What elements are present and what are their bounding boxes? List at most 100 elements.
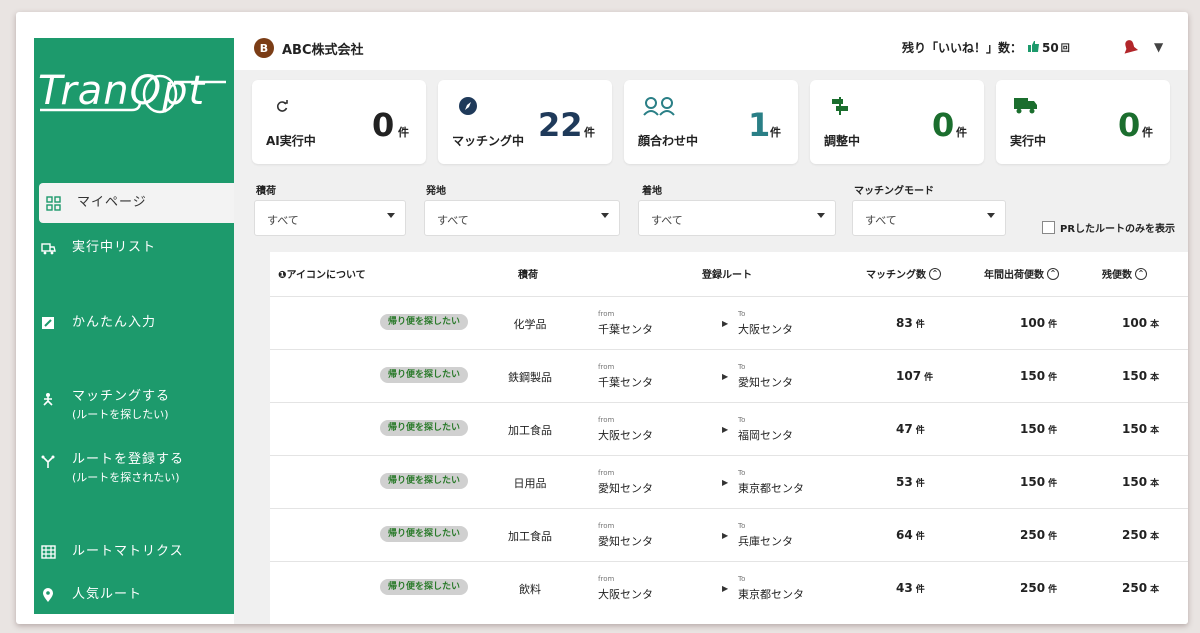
card-unit: 件 <box>1142 126 1153 139</box>
sort-up-icon[interactable]: ⌃ <box>1047 267 1059 280</box>
sidebar-item-label: 実行中リスト <box>72 240 157 255</box>
matching-mode-select[interactable]: すべて <box>852 200 1006 236</box>
annual-cell: 150 件 <box>1020 422 1057 436</box>
annual-value: 100 <box>1020 316 1046 330</box>
main-content: AI実行中 0 件 マッチング中 22 件 顔合わせ中 1 件 調整中 0 件 … <box>234 70 1188 624</box>
pr-only-label: PRしたルートのみを表示 <box>1060 224 1176 235</box>
notification-bell-icon[interactable] <box>1120 38 1140 61</box>
column-header-route: 登録ルート <box>702 270 752 281</box>
people-icon <box>642 96 676 116</box>
annual-unit: 件 <box>1048 532 1058 542</box>
table-row[interactable]: 帰り便を探したい 加工食品 from 愛知センタ ▶ To 兵庫センタ 64 件 250 件 250 本 <box>270 508 1188 558</box>
to-caption: To <box>738 522 746 530</box>
arrow-right-icon: ▶ <box>722 425 729 434</box>
destination-select[interactable]: すべて <box>638 200 836 236</box>
matches-cell[interactable]: 43 件 <box>896 581 925 595</box>
to-caption: To <box>738 575 746 583</box>
select-value: すべて <box>267 214 299 227</box>
table-row[interactable]: 帰り便を探したい 日用品 from 愛知センタ ▶ To 東京都センタ 53 件 150 件 150 本 <box>270 455 1188 505</box>
card-label: AI実行中 <box>266 134 316 148</box>
sidebar-item-popular-routes[interactable]: 人気ルート <box>34 586 234 604</box>
table-row[interactable]: 帰り便を探したい 加工食品 from 大阪センタ ▶ To 福岡センタ 47 件 150 件 150 本 <box>270 402 1188 452</box>
matches-cell[interactable]: 53 件 <box>896 475 925 489</box>
matches-cell[interactable]: 107 件 <box>896 369 933 383</box>
column-header-cargo: 積荷 <box>518 270 538 281</box>
signpost-icon <box>828 96 852 116</box>
arrow-right-icon: ▶ <box>722 372 729 381</box>
annual-value: 250 <box>1020 581 1046 595</box>
status-card-meeting[interactable]: 顔合わせ中 1 件 <box>624 80 798 164</box>
sidebar-item-route-matrix[interactable]: ルートマトリクス <box>34 543 234 561</box>
matches-cell[interactable]: 64 件 <box>896 528 925 542</box>
matches-unit: 件 <box>915 532 925 542</box>
likes-count: 50 <box>1042 40 1059 55</box>
matches-cell[interactable]: 83 件 <box>896 316 925 330</box>
company-name: ABC株式会社 <box>282 43 364 58</box>
annual-value: 150 <box>1020 475 1046 489</box>
sort-up-icon[interactable]: ⌃ <box>1135 267 1147 280</box>
route-mode-tag: 帰り便を探したい <box>380 420 469 436</box>
select-value: すべて <box>865 214 897 227</box>
annual-unit: 件 <box>1048 479 1058 489</box>
sidebar-item-mypage[interactable]: マイページ <box>39 183 234 223</box>
origin-select[interactable]: すべて <box>424 200 620 236</box>
card-count: 0 <box>932 106 955 144</box>
matches-value: 64 <box>896 528 913 542</box>
sort-up-icon[interactable]: ⌃ <box>929 267 941 280</box>
card-label: マッチング中 <box>452 134 525 148</box>
sidebar-item-running-list[interactable]: 実行中リスト <box>34 239 234 257</box>
table-row[interactable]: 帰り便を探したい 飲料 from 大阪センタ ▶ To 東京都センタ 43 件 250 件 250 本 <box>270 561 1188 611</box>
cargo-cell: 鉄鋼製品 <box>508 371 552 384</box>
filter-label-destination: 着地 <box>642 186 662 197</box>
to-location: 大阪センタ <box>738 323 793 336</box>
tranopt-logo[interactable]: TranOpt <box>36 60 232 130</box>
annual-cell: 250 件 <box>1020 581 1057 595</box>
route-mode-tag: 帰り便を探したい <box>380 314 469 330</box>
cargo-cell: 日用品 <box>513 477 547 490</box>
column-header-matches[interactable]: マッチング数 ⌃ <box>866 266 941 281</box>
card-label: 実行中 <box>1010 134 1047 148</box>
from-location: 千葉センタ <box>598 376 653 389</box>
column-header-label: 残便数 <box>1102 270 1132 281</box>
pr-only-checkbox[interactable]: PRしたルートのみを表示 <box>1042 220 1175 235</box>
annual-value: 250 <box>1020 528 1046 542</box>
filter-label-cargo: 積荷 <box>256 186 276 197</box>
matches-cell[interactable]: 47 件 <box>896 422 925 436</box>
annual-value: 150 <box>1020 422 1046 436</box>
status-card-matching[interactable]: マッチング中 22 件 <box>438 80 612 164</box>
remaining-cell: 150 本 <box>1122 369 1159 383</box>
from-location: 愛知センタ <box>598 482 653 495</box>
annual-unit: 件 <box>1048 585 1058 595</box>
card-label: 調整中 <box>824 134 861 148</box>
status-card-adjusting[interactable]: 調整中 0 件 <box>810 80 984 164</box>
annual-cell: 100 件 <box>1020 316 1057 330</box>
column-header-annual[interactable]: 年間出荷便数 ⌃ <box>984 266 1059 281</box>
checkbox-box[interactable] <box>1042 221 1055 234</box>
route-mode-tag: 帰り便を探したい <box>380 526 469 542</box>
from-caption: from <box>598 416 615 424</box>
edit-icon <box>40 315 56 331</box>
from-location: 大阪センタ <box>598 588 653 601</box>
status-card-running[interactable]: 実行中 0 件 <box>996 80 1170 164</box>
status-card-ai-running[interactable]: AI実行中 0 件 <box>252 80 426 164</box>
card-unit: 件 <box>770 126 781 139</box>
table-row[interactable]: 帰り便を探したい 鉄鋼製品 from 千葉センタ ▶ To 愛知センタ 107 件 150 件 150… <box>270 349 1188 399</box>
cargo-select[interactable]: すべて <box>254 200 406 236</box>
sidebar-item-matching[interactable]: マッチングする (ルートを探したい) <box>34 388 234 424</box>
to-caption: To <box>738 416 746 424</box>
annual-cell: 150 件 <box>1020 369 1057 383</box>
table-row[interactable]: 帰り便を探したい 化学品 from 千葉センタ ▶ To 大阪センタ 83 件 100 件 100 本 <box>270 296 1188 346</box>
remaining-cell: 250 本 <box>1122 581 1159 595</box>
card-label: 顔合わせ中 <box>638 134 699 148</box>
icon-info-link[interactable]: ❶アイコンについて <box>278 266 366 281</box>
remaining-value: 250 <box>1122 581 1148 595</box>
sidebar-item-register-route[interactable]: ルートを登録する (ルートを探されたい) <box>34 451 234 487</box>
from-caption: from <box>598 310 615 318</box>
remaining-value: 150 <box>1122 475 1148 489</box>
matches-unit: 件 <box>915 479 925 489</box>
sidebar-item-easy-input[interactable]: かんたん入力 <box>34 314 234 332</box>
column-header-remaining[interactable]: 残便数 ⌃ <box>1102 266 1147 281</box>
company-avatar[interactable]: B <box>254 38 274 58</box>
chevron-down-icon[interactable]: ▼ <box>1154 40 1163 54</box>
chevron-down-icon <box>817 213 825 218</box>
